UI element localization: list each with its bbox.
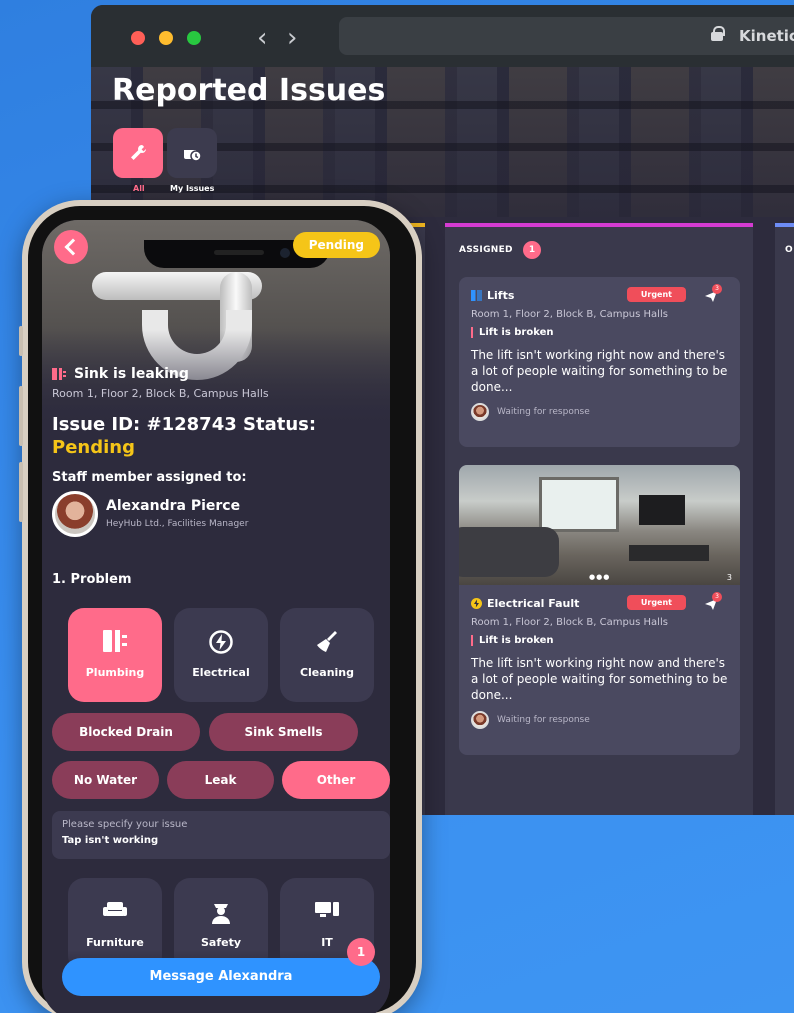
staff-role: HeyHub Ltd., Facilities Manager [106, 519, 249, 529]
subtype-no-water[interactable]: No Water [52, 761, 159, 799]
back-arrow-icon[interactable]: ‹ [257, 23, 267, 53]
lightning-icon [209, 630, 233, 654]
issue-id: Issue ID: #128743 Status: [52, 414, 317, 435]
subtype-sink-smells[interactable]: Sink Smells [209, 713, 358, 751]
status-badge: Pending [292, 232, 380, 258]
filter-my-issues-label: My Issues [170, 184, 215, 193]
avatar [471, 711, 489, 729]
assigned-column: ASSIGNED 1 Lifts Urgent 3 Room 1, Floor … [445, 223, 753, 815]
address-text: Kinetic: [739, 27, 794, 45]
card-location: Room 1, Floor 2, Block B, Campus Halls [471, 617, 668, 628]
type-label: Cleaning [299, 666, 355, 679]
issue-card[interactable]: Lifts Urgent 3 Room 1, Floor 2, Block B,… [459, 277, 740, 447]
message-count-badge: 1 [347, 938, 375, 966]
volume-down-button [19, 462, 23, 522]
type-plumbing-button[interactable]: Plumbing [68, 608, 162, 702]
close-window-button[interactable] [131, 31, 145, 45]
column-title: ASSIGNED [459, 245, 513, 255]
forward-arrow-icon[interactable]: › [287, 23, 297, 53]
page-title: Reported Issues [112, 73, 386, 108]
computer-icon [315, 902, 339, 917]
card-location: Room 1, Floor 2, Block B, Campus Halls [471, 309, 668, 320]
type-label: Plumbing [85, 666, 145, 679]
broom-icon [317, 631, 337, 652]
staff-heading: Staff member assigned to: [52, 470, 247, 485]
security-guard-icon [212, 904, 230, 924]
mute-switch [19, 326, 23, 356]
type-electrical-button[interactable]: Electrical [174, 608, 268, 702]
card-category: Lifts [487, 288, 515, 302]
photo-count: 3 [726, 573, 732, 582]
carousel-dots[interactable]: ●●● [589, 573, 610, 581]
specify-value: Tap isn't working [62, 835, 159, 846]
subtype-blocked-drain[interactable]: Blocked Drain [52, 713, 200, 751]
specify-issue-field[interactable]: Please specify your issue Tap isn't work… [52, 811, 390, 859]
filter-all-button[interactable] [113, 128, 163, 178]
subtype-other[interactable]: Other [282, 761, 390, 799]
type-label: Safety [200, 936, 242, 949]
volume-up-button [19, 386, 23, 446]
card-status: Waiting for response [497, 407, 590, 417]
issue-category: Sink is leaking [74, 366, 189, 382]
column-count-badge: 1 [523, 241, 541, 259]
browser-titlebar: ‹ › Kinetic: [91, 5, 794, 67]
column-title: O [785, 245, 793, 255]
back-button[interactable] [54, 230, 88, 264]
problem-heading: 1. Problem [52, 572, 132, 587]
plumbing-icon [103, 630, 127, 652]
avatar [471, 403, 489, 421]
room-photo[interactable]: ●●● 3 [459, 465, 740, 585]
card-issue-title: Lift is broken [471, 635, 728, 646]
type-label: Furniture [86, 936, 144, 949]
issue-card[interactable]: ●●● 3 Electrical Fault Urgent 3 Room 1, … [459, 465, 740, 755]
subtype-leak[interactable]: Leak [167, 761, 274, 799]
urgent-badge: Urgent [626, 287, 686, 302]
issue-status: Pending [52, 437, 135, 458]
phone-frame: Pending Sink is leaking Room 1, Floor 2,… [19, 200, 422, 1013]
staff-name: Alexandra Pierce [106, 498, 241, 514]
message-button[interactable]: Message Alexandra [62, 958, 380, 996]
third-column: O [775, 223, 794, 815]
phone-screen: Pending Sink is leaking Room 1, Floor 2,… [42, 220, 390, 1013]
filter-all-label: All [133, 184, 145, 193]
address-bar[interactable]: Kinetic: [339, 17, 794, 55]
card-description: The lift isn't working right now and the… [471, 348, 728, 394]
send-count-badge: 3 [712, 592, 722, 602]
card-status: Waiting for response [497, 715, 590, 725]
type-label: Electrical [192, 666, 250, 679]
plumbing-icon [52, 368, 66, 380]
sofa-icon [103, 902, 127, 916]
card-category: Electrical Fault [487, 596, 580, 610]
lightning-icon [471, 597, 482, 609]
lock-icon [711, 26, 725, 41]
minimize-window-button[interactable] [159, 31, 173, 45]
lift-icon [471, 289, 482, 301]
card-description: The lift isn't working right now and the… [471, 656, 728, 702]
specify-placeholder: Please specify your issue [62, 819, 188, 830]
send-count-badge: 3 [712, 284, 722, 294]
filter-my-issues-button[interactable] [167, 128, 217, 178]
avatar [52, 491, 98, 537]
calendar-clock-icon [184, 147, 202, 162]
urgent-badge: Urgent [626, 595, 686, 610]
maximize-window-button[interactable] [187, 31, 201, 45]
issue-location: Room 1, Floor 2, Block B, Campus Halls [52, 387, 269, 400]
type-cleaning-button[interactable]: Cleaning [280, 608, 374, 702]
wrench-icon [131, 145, 146, 160]
card-issue-title: Lift is broken [471, 327, 728, 338]
